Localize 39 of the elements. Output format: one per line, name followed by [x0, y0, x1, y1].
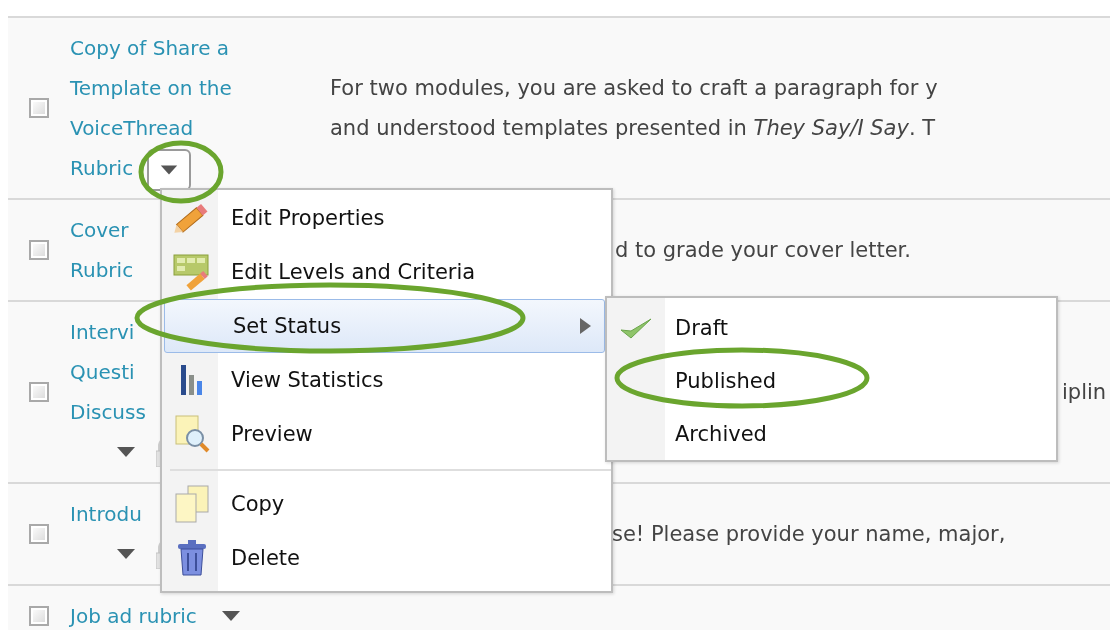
dropdown-button[interactable] — [147, 149, 192, 191]
menu-item[interactable]: Copy — [162, 477, 611, 531]
submenu-arrow-icon — [578, 317, 592, 335]
trash-icon — [177, 539, 207, 577]
menu-item[interactable]: Edit Properties — [162, 191, 611, 245]
menu-item[interactable]: Delete — [162, 531, 611, 585]
checkbox[interactable] — [29, 382, 49, 402]
submenu-item[interactable]: Published — [607, 354, 1056, 407]
rubric-link[interactable]: Rubric — [70, 258, 134, 282]
checkbox[interactable] — [29, 524, 49, 544]
rubric-link[interactable]: Cover — [70, 218, 129, 242]
rubric-link[interactable]: Copy of Share a — [70, 36, 230, 60]
checkbox[interactable] — [29, 606, 49, 626]
submenu-item[interactable]: Archived — [607, 407, 1056, 460]
checkbox[interactable] — [29, 240, 49, 260]
menu-item[interactable]: Set Status — [164, 299, 605, 353]
description-text: d to grade your cover letter. — [615, 237, 912, 264]
caret-icon — [159, 164, 180, 176]
caret-icon — [219, 610, 242, 622]
caret-icon — [115, 446, 137, 458]
rubric-link[interactable]: Template on the — [70, 76, 232, 100]
description-text: and understood templates presented in They Say/I Say. T — [330, 115, 937, 142]
rubric-link[interactable]: Introdu — [70, 502, 142, 526]
rubric-link[interactable]: Discuss — [70, 400, 146, 424]
submenu-item[interactable]: Draft — [607, 301, 1056, 354]
grid-pencil-icon — [172, 253, 212, 291]
checkbox[interactable] — [29, 98, 49, 118]
description-text: iplin — [1062, 379, 1108, 406]
rubric-link[interactable]: VoiceThread — [70, 116, 194, 140]
rubric-link[interactable]: Intervi — [70, 320, 135, 344]
description-text: se! Please provide your name, major, — [612, 521, 1007, 548]
rubric-link[interactable]: Rubric — [70, 156, 134, 180]
description-text: For two modules, you are asked to craft a paragraph for y — [330, 75, 939, 102]
menu-item[interactable]: Edit Levels and Criteria — [162, 245, 611, 299]
page-magnifier-icon — [172, 414, 212, 454]
rubric-link[interactable]: Questi — [70, 360, 135, 384]
caret-icon — [115, 548, 137, 560]
copy-icon — [172, 484, 212, 524]
rubric-link[interactable]: Job ad rubric — [70, 604, 197, 628]
